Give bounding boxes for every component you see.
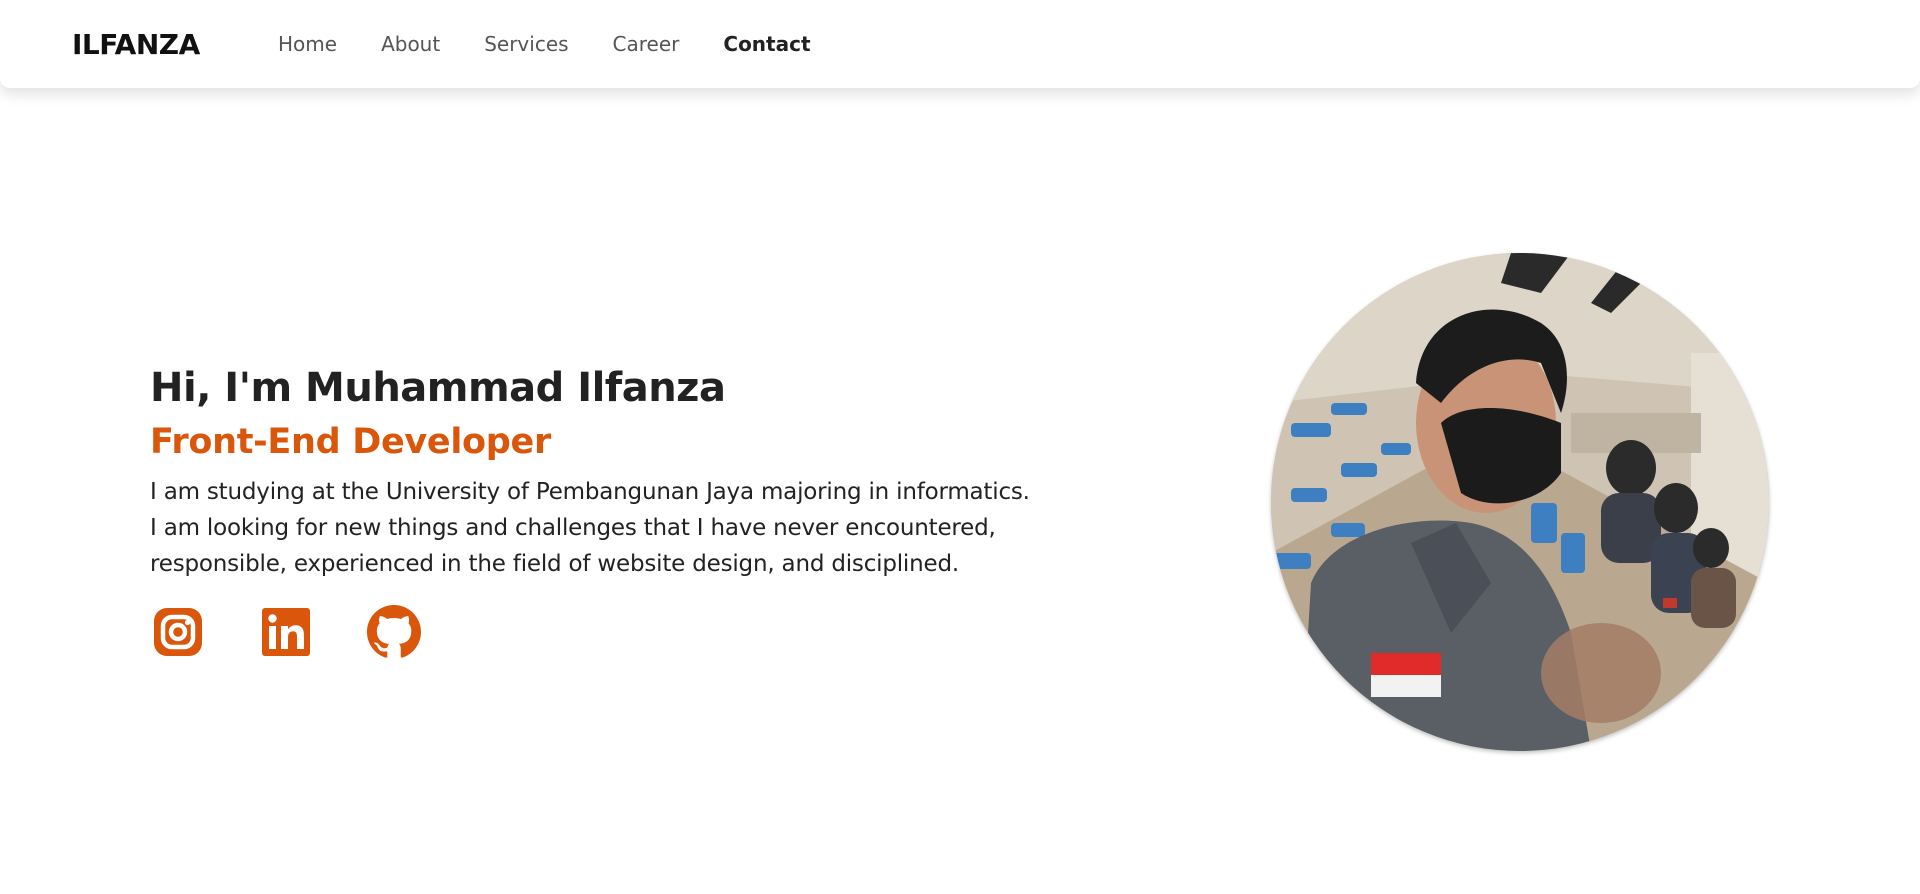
navbar: ILFANZA Home About Services Career Conta… [0, 0, 1920, 88]
social-links [150, 604, 474, 660]
nav-link-home[interactable]: Home [278, 32, 337, 56]
hero-section: Hi, I'm Muhammad Ilfanza Front-End Devel… [150, 360, 1110, 582]
instagram-icon [154, 608, 202, 656]
bio-line: I am studying at the University of Pemba… [150, 479, 1030, 505]
profile-photo [1271, 253, 1769, 751]
hero-greeting: Hi, I'm Muhammad Ilfanza [150, 365, 726, 411]
nav-link-services[interactable]: Services [484, 32, 568, 56]
site-logo[interactable]: ILFANZA [72, 28, 200, 61]
github-icon [367, 605, 421, 658]
nav-link-career[interactable]: Career [613, 32, 680, 56]
github-link[interactable] [366, 604, 422, 660]
nav-link-contact[interactable]: Contact [723, 32, 810, 56]
linkedin-link[interactable] [258, 604, 314, 660]
nav-links: Home About Services Career Contact [278, 32, 855, 56]
instagram-link[interactable] [150, 604, 206, 660]
bio-line: I am looking for new things and challeng… [150, 515, 996, 541]
bio-line: responsible, experienced in the field of… [150, 551, 959, 577]
linkedin-icon [262, 608, 310, 656]
hero-role: Front-End Developer [150, 422, 551, 462]
hero-bio: I am studying at the University of Pemba… [150, 474, 1110, 582]
nav-link-about[interactable]: About [381, 32, 440, 56]
